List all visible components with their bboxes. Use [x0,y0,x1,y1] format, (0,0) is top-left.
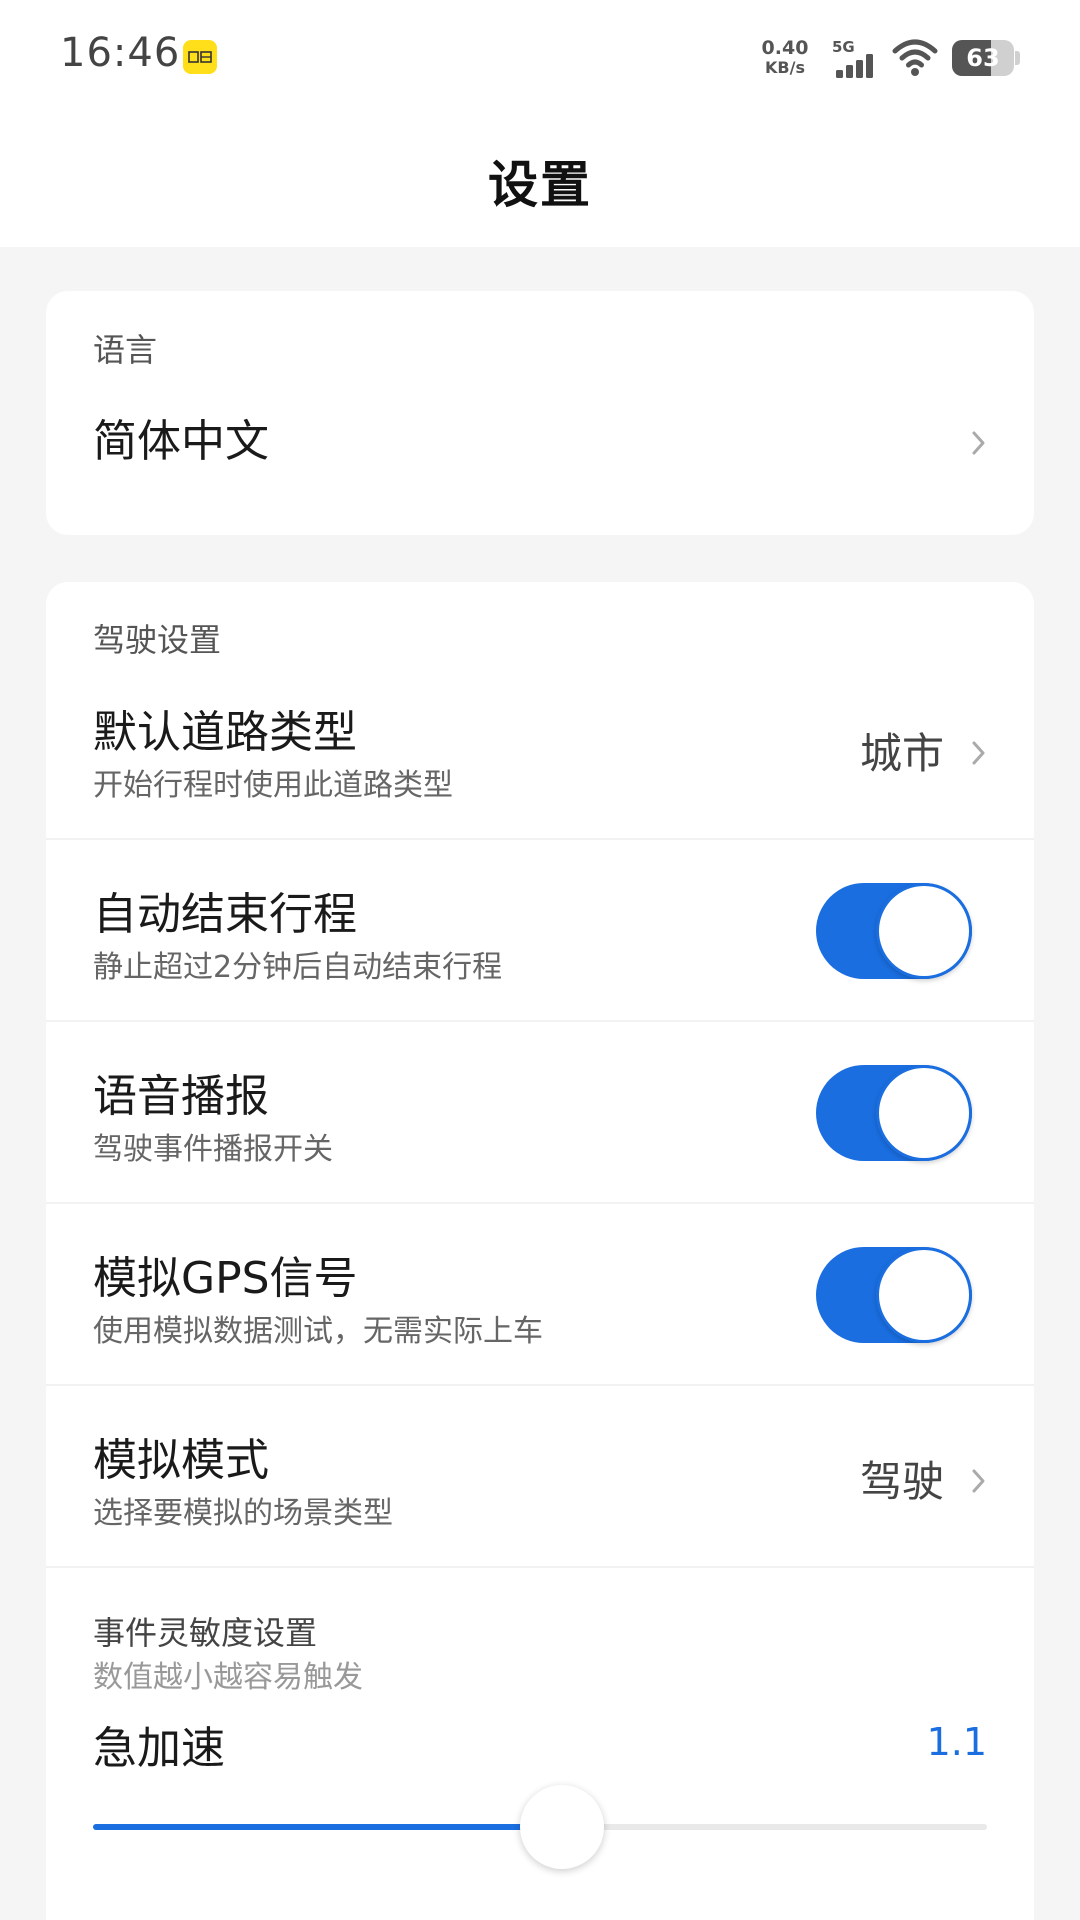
mock-gps-toggle[interactable] [816,1247,972,1343]
accel-slider[interactable] [93,1785,987,1869]
wifi-icon [892,39,938,76]
slider-fill [93,1824,563,1830]
language-value: 简体中文 [93,416,269,467]
sim-mode-title: 模拟模式 [93,1435,269,1486]
auto-end-trip-row: 自动结束行程 静止超过2分钟后自动结束行程 [46,840,1034,1022]
status-time: 16:46 [60,30,181,76]
page-title: 设置 [488,156,592,214]
sim-mode-row[interactable]: 模拟模式 选择要模拟的场景类型 驾驶 [46,1386,1034,1568]
sensitivity-header: 事件灵敏度设置 [93,1614,318,1652]
auto-end-trip-title: 自动结束行程 [93,889,357,940]
voice-broadcast-subtitle: 驾驶事件播报开关 [93,1132,333,1167]
language-card: 语言 简体中文 [46,291,1034,535]
battery-icon: 63 [952,40,1014,76]
language-section-header: 语言 [93,331,158,369]
accel-value: 1.1 [926,1720,987,1764]
driving-settings-card: 驾驶设置 默认道路类型 开始行程时使用此道路类型 城市 自动结束行程 静止超过2… [46,582,1034,1920]
auto-end-trip-toggle[interactable] [816,883,972,979]
accel-row: 急加速 1.1 [46,1712,1034,1912]
chevron-right-icon [972,1469,985,1493]
toggle-knob [876,1065,972,1161]
network-speed-unit: KB/s [765,58,805,77]
mock-gps-row: 模拟GPS信号 使用模拟数据测试，无需实际上车 [46,1204,1034,1386]
road-type-subtitle: 开始行程时使用此道路类型 [93,768,453,803]
network-speed: 0.40 KB/s [760,38,810,78]
voice-broadcast-row: 语音播报 驾驶事件播报开关 [46,1022,1034,1204]
voice-broadcast-title: 语音播报 [93,1071,269,1122]
cellular-signal-icon: 5G [832,36,878,80]
toggle-knob [876,883,972,979]
accel-title: 急加速 [93,1723,225,1774]
chevron-right-icon [972,741,985,765]
road-type-value: 城市 [859,729,944,778]
battery-percent: 63 [966,44,1000,72]
row-divider [46,1566,1034,1568]
status-indicators: 0.40 KB/s 5G 63 [760,33,1020,83]
toggle-knob [876,1247,972,1343]
road-type-row[interactable]: 默认道路类型 开始行程时使用此道路类型 城市 [46,658,1034,840]
sensitivity-hint: 数值越小越容易触发 [93,1660,363,1695]
chevron-right-icon [972,431,985,455]
voice-broadcast-toggle[interactable] [816,1065,972,1161]
driving-section-header: 驾驶设置 [93,621,222,659]
status-bar: 16:46 0.40 KB/s 5G 63 [0,0,1080,115]
title-bar: 设置 [0,115,1080,247]
slider-thumb[interactable] [520,1785,605,1869]
sim-mode-subtitle: 选择要模拟的场景类型 [93,1496,393,1531]
mock-gps-title: 模拟GPS信号 [93,1253,358,1304]
language-row[interactable]: 简体中文 [46,375,1034,505]
road-type-title: 默认道路类型 [93,707,357,758]
battery-nub [1015,51,1020,65]
network-speed-value: 0.40 [761,37,809,59]
auto-end-trip-subtitle: 静止超过2分钟后自动结束行程 [93,950,503,985]
yellow-app-icon [183,40,217,74]
mock-gps-subtitle: 使用模拟数据测试，无需实际上车 [93,1314,543,1349]
sim-mode-value: 驾驶 [859,1457,944,1506]
settings-screen: 16:46 0.40 KB/s 5G 63 设置 语言 简体中文 驾驶设置 默认… [0,0,1080,1920]
